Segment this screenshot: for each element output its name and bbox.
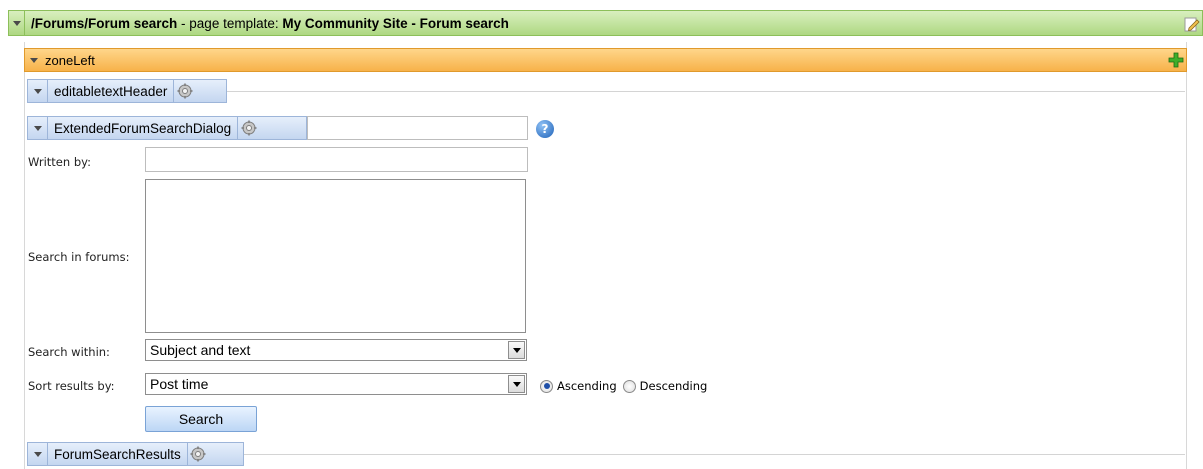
- descending-radio[interactable]: [622, 379, 636, 393]
- descending-option[interactable]: Descending: [622, 379, 708, 393]
- page-template-bar: /Forums/Forum search - page template: My…: [8, 10, 1203, 36]
- webpart-label: ForumSearchResults: [54, 446, 181, 462]
- template-collapse-button[interactable]: [9, 11, 25, 35]
- dropdown-arrow-icon[interactable]: [508, 341, 525, 359]
- dialog-title-field: [307, 116, 528, 140]
- search-in-forums-label: Search in forums:: [28, 250, 130, 264]
- gear-icon[interactable]: [186, 443, 209, 465]
- ascending-radio[interactable]: [540, 379, 553, 393]
- webpart-label: ExtendedForumSearchDialog: [54, 120, 232, 136]
- zone-label: zoneLeft: [45, 52, 95, 68]
- gear-icon[interactable]: [237, 117, 259, 139]
- ascending-option[interactable]: Ascending: [540, 379, 617, 393]
- sort-by-label: Sort results by:: [28, 379, 115, 393]
- chevron-down-icon: [33, 451, 42, 457]
- zone-header-bar: zoneLeft: [24, 48, 1187, 72]
- webpart-collapse-button[interactable]: [28, 443, 48, 465]
- template-separator: - page template:: [177, 15, 283, 31]
- add-webpart-icon[interactable]: [1168, 52, 1184, 68]
- help-icon[interactable]: ?: [536, 120, 554, 138]
- ascending-label: Ascending: [557, 379, 617, 393]
- chevron-down-icon: [12, 20, 21, 26]
- forums-listbox[interactable]: [145, 179, 526, 333]
- search-within-value: Subject and text: [150, 342, 251, 358]
- search-within-select[interactable]: Subject and text: [145, 339, 527, 361]
- dropdown-arrow-icon[interactable]: [508, 375, 525, 393]
- sort-by-select[interactable]: Post time: [145, 373, 527, 395]
- page-template-title: /Forums/Forum search - page template: My…: [31, 16, 509, 31]
- webpart-collapse-button[interactable]: [28, 117, 48, 139]
- edit-template-icon[interactable]: [1184, 16, 1200, 32]
- webpart-label: editabletextHeader: [54, 83, 168, 99]
- webpart-divider: [244, 454, 1185, 455]
- chevron-down-icon: [30, 57, 38, 63]
- webpart-header-search-dialog: ExtendedForumSearchDialog: [27, 116, 307, 140]
- webpart-header-search-results: ForumSearchResults: [27, 442, 244, 466]
- webpart-divider: [227, 91, 1185, 92]
- search-within-label: Search within:: [28, 345, 110, 359]
- descending-label: Descending: [639, 379, 708, 393]
- gear-icon[interactable]: [173, 80, 195, 102]
- template-name: My Community Site - Forum search: [282, 15, 509, 31]
- webpart-collapse-button[interactable]: [28, 80, 48, 102]
- webpart-header-editabletext: editabletextHeader: [27, 79, 227, 103]
- written-by-input[interactable]: [145, 147, 528, 172]
- sort-by-value: Post time: [150, 376, 209, 392]
- written-by-label: Written by:: [28, 155, 91, 169]
- zone-collapse-button[interactable]: [27, 49, 41, 71]
- chevron-down-icon: [33, 88, 42, 94]
- page-path: /Forums/Forum search: [31, 15, 178, 31]
- sort-direction-group: Ascending Descending: [540, 379, 713, 393]
- chevron-down-icon: [33, 125, 42, 131]
- search-button[interactable]: Search: [145, 406, 257, 432]
